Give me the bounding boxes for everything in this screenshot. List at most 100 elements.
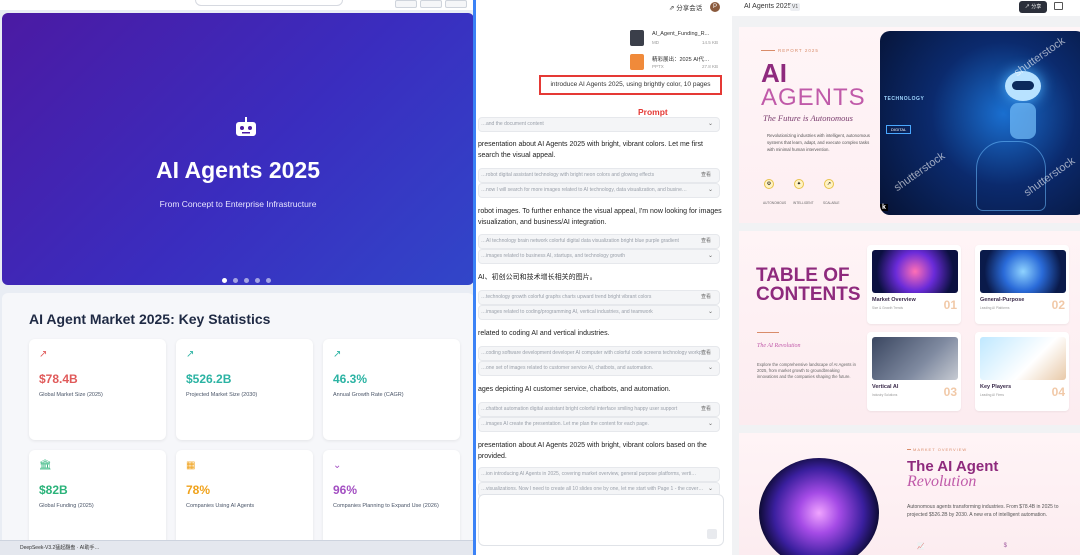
attachment-file[interactable]: 精彩展出：2025 AI代… PPTX 27.8 KB — [630, 52, 722, 74]
carousel-dots — [222, 278, 271, 283]
share-button[interactable]: ↗ 分享 — [1019, 1, 1047, 13]
cover-tagline: The Future is Autonomous — [763, 113, 853, 123]
send-icon[interactable] — [707, 529, 717, 539]
feature-item: ⚙ AUTONOMOUS — [763, 179, 786, 209]
view-link[interactable]: 查看 — [701, 235, 711, 248]
attachment-file[interactable]: AI_Agent_Funding_R... MD 14.5 KB — [630, 28, 722, 50]
slide-market-overview[interactable]: MARKET OVERVIEW The AI Agent Revolution … — [739, 433, 1080, 555]
view-link[interactable]: 查看 — [701, 403, 711, 416]
intelligent-icon: ✦ — [794, 179, 804, 189]
tool-step[interactable]: …one set of images related to customer s… — [478, 361, 720, 376]
step-text: …one set of images related to customer s… — [481, 365, 654, 371]
toolbar-button[interactable] — [395, 0, 417, 8]
building-icon: ▦ — [186, 460, 196, 471]
toc-item-title: Key Players — [980, 384, 1012, 390]
toc-image — [980, 337, 1066, 380]
tool-step[interactable]: …technology growth colorful graphs chart… — [478, 290, 720, 305]
hero-title: AI Agents 2025 — [155, 157, 321, 183]
tool-step[interactable]: …robot digital assistant technology with… — [478, 168, 720, 183]
tool-step[interactable]: …coding software development developer A… — [478, 346, 720, 361]
stat-card: ↗ 46.3% Annual Growth Rate (CAGR) — [323, 339, 460, 440]
version-badge[interactable]: V1 — [790, 3, 801, 11]
watermark: shutterstock — [891, 150, 948, 194]
slide-subtitle: Revolution — [907, 473, 977, 490]
taskbar-item[interactable]: DeepSeek-V3.2猛起翻盘 · AI助手… — [20, 544, 99, 551]
carousel-dot[interactable] — [244, 278, 249, 283]
hand-outline — [976, 141, 1046, 211]
carousel-dot[interactable] — [233, 278, 238, 283]
chevron-down-icon: ⌄ — [707, 365, 713, 371]
hero-subtitle: From Concept to Enterprise Infrastructur… — [159, 199, 317, 209]
chevron-down-icon: ⌄ — [333, 460, 342, 471]
step-text: …coding software development developer A… — [481, 350, 707, 356]
slide-cover[interactable]: REPORT 2025 AI AGENTS The Future is Auto… — [739, 27, 1080, 223]
toc-item-sub: Industry Solutions — [872, 393, 898, 397]
view-link[interactable]: 查看 — [701, 347, 711, 360]
tool-step[interactable]: …ion introducing AI Agents in 2025, cove… — [478, 467, 720, 482]
monitor-icon[interactable] — [1054, 2, 1063, 10]
toc-item: General-Purpose Leading AI Platforms 02 — [975, 245, 1069, 324]
stat-label: Companies Using AI Agents — [186, 503, 255, 509]
toc-item-sub: Leading AI Firms — [980, 393, 1004, 397]
image-text: TECHNOLOGY — [884, 96, 925, 102]
slide-description: Autonomous agents transforming industrie… — [907, 504, 1059, 518]
stats-slide: AI Agent Market 2025: Key Statistics ↗ $… — [2, 293, 473, 555]
chat-pane: ⇗ 分享会话 P AI_Agent_Funding_R... MD 14.5 K… — [476, 0, 732, 555]
feature-label: SCALABLE — [823, 201, 840, 205]
carousel-dot[interactable] — [255, 278, 260, 283]
tool-step[interactable]: …now I will search for more images relat… — [478, 183, 720, 198]
chart-icon: 📈 — [917, 544, 925, 550]
assistant-message: presentation about AI Agents 2025 with b… — [478, 141, 703, 159]
slide-icons: 📈 $ — [917, 543, 1007, 550]
step-text: …images AI create the presentation. Let … — [481, 421, 649, 427]
toolbar-button[interactable] — [420, 0, 442, 8]
slide-toc[interactable]: TABLE OF CONTENTS The AI Revolution Expl… — [739, 231, 1080, 425]
brain-image — [759, 458, 879, 555]
view-link[interactable]: 查看 — [701, 169, 711, 182]
toolbar-button[interactable] — [445, 0, 467, 8]
share-label: 分享会话 — [676, 5, 703, 12]
toc-item-sub: Leading AI Platforms — [980, 306, 1010, 310]
share-session-button[interactable]: ⇗ 分享会话 — [669, 2, 702, 12]
cover-robot-image: TECHNOLOGY DIGITAL shutterstock shutters… — [880, 31, 1080, 215]
tool-step[interactable]: …AI technology brain network colorful di… — [478, 234, 720, 249]
view-link[interactable]: 查看 — [701, 291, 711, 304]
image-text: k — [880, 204, 888, 211]
step-text: …and the document content — [481, 121, 544, 127]
feature-item: ↗ SCALABLE — [823, 179, 839, 209]
toolbar-pill[interactable] — [195, 0, 343, 6]
stats-title: AI Agent Market 2025: Key Statistics — [29, 311, 271, 327]
avatar[interactable]: P — [710, 2, 720, 12]
autonomous-icon: ⚙ — [764, 179, 774, 189]
step-text: …images related to business AI, startups… — [481, 253, 625, 259]
markdown-file-icon — [630, 30, 644, 46]
tool-step[interactable]: …images related to coding/programming AI… — [478, 305, 720, 320]
share-label: 分享 — [1031, 4, 1042, 10]
tool-step[interactable]: …and the document content ⌄ — [478, 117, 720, 132]
step-text: …ion introducing AI Agents in 2025, cove… — [481, 471, 697, 477]
preview-toolbar — [0, 0, 473, 10]
toc-item-number: 01 — [943, 298, 957, 312]
toc-description: Explore the comprehensive landscape of A… — [757, 362, 856, 379]
assistant-message: robot images. To further enhance the vis… — [478, 208, 722, 226]
feature-label: AUTONOMOUS — [763, 201, 787, 205]
presentation-title: AI Agents 2025 — [744, 3, 792, 10]
prompt-annotation: Prompt — [638, 107, 668, 117]
stat-card: ↗ $526.2B Projected Market Size (2030) — [176, 339, 313, 440]
toc-image — [872, 337, 958, 380]
tool-step[interactable]: …chatbot automation digital assistant br… — [478, 402, 720, 417]
chat-input[interactable] — [478, 494, 724, 546]
screen: AI Agents 2025 From Concept to Enterpris… — [0, 0, 1080, 555]
user-prompt-message: introduce AI Agents 2025, using brightly… — [539, 75, 722, 95]
stat-value: 78% — [186, 483, 211, 497]
robot-body — [1010, 103, 1036, 139]
stat-label: Companies Planning to Expand Use (2026) — [333, 503, 439, 509]
stat-card: ⌄ 96% Companies Planning to Expand Use (… — [323, 450, 460, 551]
toc-item-number: 04 — [1051, 385, 1065, 399]
toc-item-title: Market Overview — [872, 297, 916, 303]
tool-step[interactable]: …images related to business AI, startups… — [478, 249, 720, 264]
carousel-dot[interactable] — [266, 278, 271, 283]
tool-step[interactable]: …images AI create the presentation. Let … — [478, 417, 720, 432]
chevron-down-icon: ⌄ — [707, 253, 713, 259]
carousel-dot[interactable] — [222, 278, 227, 283]
